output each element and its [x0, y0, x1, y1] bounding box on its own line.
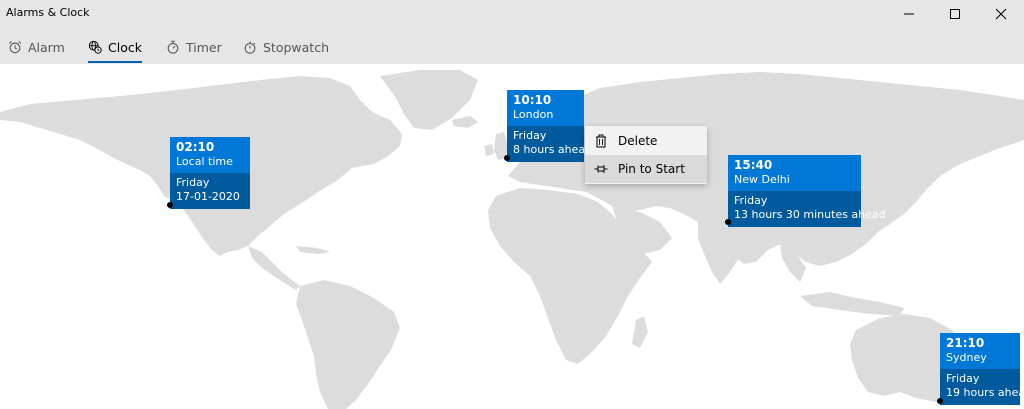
- close-button[interactable]: [978, 0, 1024, 28]
- clock-time: 21:10: [946, 336, 985, 350]
- pin-icon: [594, 165, 608, 173]
- location-marker-new-delhi: [725, 219, 731, 225]
- clock-city: New Delhi: [734, 173, 790, 186]
- clock-card-london[interactable]: 10:10 London Friday 8 hours ahead: [507, 90, 593, 162]
- stopwatch-icon: [244, 41, 256, 54]
- tab-clock-label: Clock: [108, 39, 142, 55]
- trash-icon: [596, 134, 606, 148]
- clock-card-new-delhi[interactable]: 15:40 New Delhi Friday 13 hours 30 minut…: [728, 155, 886, 227]
- tab-stopwatch[interactable]: Stopwatch: [243, 34, 329, 60]
- tab-stopwatch-label: Stopwatch: [263, 39, 329, 55]
- tab-timer[interactable]: Timer: [166, 34, 222, 60]
- caribbean-islands: [296, 246, 330, 254]
- tab-timer-label: Timer: [186, 39, 222, 55]
- world-clock-icon: [88, 40, 102, 54]
- tab-alarm-label: Alarm: [28, 39, 65, 55]
- card-top: 15:40 New Delhi: [728, 155, 861, 191]
- central-america-landmass: [248, 246, 300, 290]
- location-marker-local: [167, 202, 173, 208]
- minimize-icon: [904, 13, 914, 15]
- clock-day: Friday: [734, 194, 768, 207]
- close-icon: [995, 8, 1007, 20]
- clock-card-sydney[interactable]: 21:10 Sydney Friday 19 hours ahead: [940, 333, 1024, 405]
- delete-label: Delete: [618, 134, 658, 148]
- clock-time: 02:10: [176, 140, 215, 154]
- south-america-landmass: [296, 280, 400, 409]
- title-bar: Alarms & Clock: [0, 0, 1024, 28]
- card-bottom: Friday 8 hours ahead: [507, 126, 593, 162]
- clock-day: Friday: [176, 176, 210, 189]
- timer-icon: [167, 40, 179, 54]
- card-top: 10:10 London: [507, 90, 584, 126]
- pin-to-start-menu-item[interactable]: Pin to Start: [585, 155, 707, 183]
- tab-clock[interactable]: Clock: [88, 34, 142, 63]
- clock-time: 10:10: [513, 93, 552, 107]
- ireland-landmass: [484, 144, 494, 156]
- clock-detail: 17-01-2020: [176, 190, 240, 203]
- maximize-button[interactable]: [932, 0, 978, 28]
- card-bottom: Friday 17-01-2020: [170, 173, 250, 209]
- alarm-icon: [8, 40, 22, 54]
- card-top: 02:10 Local time: [170, 137, 250, 173]
- context-menu: Delete Pin to Start: [585, 126, 707, 184]
- clock-detail: 13 hours 30 minutes ahead: [734, 208, 886, 221]
- minimize-button[interactable]: [886, 0, 932, 28]
- tab-bar: Alarm Clock Timer Stopwatch: [0, 28, 1024, 64]
- pin-to-start-label: Pin to Start: [618, 162, 685, 176]
- card-top: 21:10 Sydney: [940, 333, 1020, 369]
- card-bottom: Friday 13 hours 30 minutes ahead: [728, 191, 886, 227]
- maximize-icon: [950, 9, 960, 19]
- iceland-landmass: [452, 116, 478, 128]
- clock-city: London: [513, 108, 554, 121]
- tab-alarm[interactable]: Alarm: [8, 34, 65, 60]
- active-tab-indicator: [88, 61, 142, 63]
- clock-detail: 19 hours ahead: [946, 386, 1024, 399]
- clock-time: 15:40: [734, 158, 773, 172]
- card-bottom: Friday 19 hours ahead: [940, 369, 1024, 405]
- location-marker-london: [504, 155, 510, 161]
- indonesia-islands: [800, 292, 904, 316]
- location-marker-sydney: [937, 398, 943, 404]
- delete-menu-item[interactable]: Delete: [585, 127, 707, 155]
- clock-city: Local time: [176, 155, 233, 168]
- clock-city: Sydney: [946, 351, 987, 364]
- clock-day: Friday: [946, 372, 980, 385]
- app-title: Alarms & Clock: [6, 6, 90, 19]
- clock-detail: 8 hours ahead: [513, 143, 593, 156]
- madagascar-landmass: [632, 316, 648, 348]
- clock-card-local[interactable]: 02:10 Local time Friday 17-01-2020: [170, 137, 250, 209]
- clock-day: Friday: [513, 129, 547, 142]
